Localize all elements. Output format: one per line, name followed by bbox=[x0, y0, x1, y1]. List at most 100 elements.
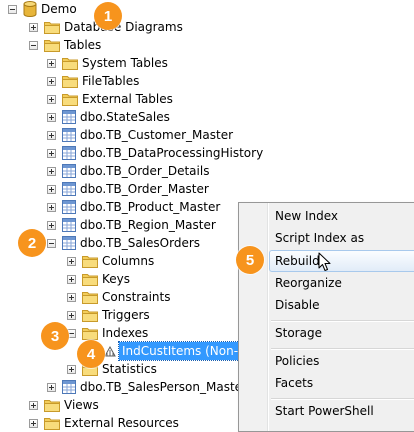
database-icon bbox=[23, 1, 37, 17]
expand-toggle[interactable] bbox=[67, 256, 76, 266]
expand-toggle[interactable] bbox=[47, 112, 56, 122]
tree-node-label: dbo.TB_Region_Master bbox=[80, 218, 216, 232]
menu-item-start-powershell[interactable]: Start PowerShell bbox=[269, 400, 414, 422]
table-icon bbox=[62, 380, 76, 394]
tree-node-label: Indexes bbox=[102, 326, 149, 340]
table-icon bbox=[62, 164, 76, 178]
tree-node-label: Views bbox=[64, 398, 99, 412]
folder-icon bbox=[44, 38, 60, 52]
tree-node-external-tables[interactable]: External Tables bbox=[47, 90, 173, 108]
menu-item-disable[interactable]: Disable bbox=[269, 294, 414, 316]
tree-node-views[interactable]: Views bbox=[29, 396, 99, 414]
tree-node-label-selected: IndCustItems (Non-Ur bbox=[118, 341, 256, 361]
tree-node-statesales[interactable]: dbo.StateSales bbox=[47, 108, 170, 126]
expand-toggle[interactable] bbox=[29, 22, 38, 32]
tree-node-label: Keys bbox=[102, 272, 131, 286]
table-icon bbox=[62, 236, 76, 250]
expand-toggle[interactable] bbox=[47, 382, 56, 392]
tree-node-tables[interactable]: Tables bbox=[29, 36, 101, 54]
tree-node-order-details[interactable]: dbo.TB_Order_Details bbox=[47, 162, 209, 180]
expand-toggle[interactable] bbox=[67, 310, 76, 320]
folder-icon bbox=[82, 254, 98, 268]
tree-node-order-master[interactable]: dbo.TB_Order_Master bbox=[47, 180, 209, 198]
tree-node-label: External Tables bbox=[82, 92, 173, 106]
tree-node-external-resources[interactable]: External Resources bbox=[29, 414, 179, 432]
menu-item-new-index[interactable]: New Index bbox=[269, 205, 414, 227]
folder-icon bbox=[82, 326, 98, 340]
expand-toggle[interactable] bbox=[47, 202, 56, 212]
expand-toggle[interactable] bbox=[29, 400, 38, 410]
expand-toggle[interactable] bbox=[47, 76, 56, 86]
expand-toggle[interactable] bbox=[47, 184, 56, 194]
tree-node-label: Statistics bbox=[102, 362, 157, 376]
tree-node-customer-master[interactable]: dbo.TB_Customer_Master bbox=[47, 126, 233, 144]
callout-badge-1: 1 bbox=[94, 2, 122, 30]
expand-toggle[interactable] bbox=[47, 130, 56, 140]
tree-node-label: dbo.TB_SalesPerson_Master bbox=[80, 380, 247, 394]
expand-toggle[interactable] bbox=[67, 364, 76, 374]
callout-badge-3: 3 bbox=[41, 322, 69, 350]
tree-node-filetables[interactable]: FileTables bbox=[47, 72, 139, 90]
tree-node-label: Demo bbox=[41, 2, 77, 16]
expand-toggle[interactable] bbox=[47, 94, 56, 104]
expand-toggle[interactable] bbox=[67, 292, 76, 302]
context-menu: New Index Script Index as Rebuild Reorga… bbox=[238, 202, 414, 432]
tree-node-label: dbo.TB_SalesOrders bbox=[80, 236, 201, 250]
folder-icon bbox=[82, 272, 98, 286]
tree-node-demo[interactable]: Demo bbox=[8, 0, 77, 18]
table-icon bbox=[62, 128, 76, 142]
table-icon bbox=[62, 110, 76, 124]
tree-node-label: dbo.TB_Customer_Master bbox=[80, 128, 234, 142]
tree-node-product-master[interactable]: dbo.TB_Product_Master bbox=[47, 198, 220, 216]
folder-icon bbox=[62, 56, 78, 70]
folder-icon bbox=[44, 20, 60, 34]
tree-node-columns[interactable]: Columns bbox=[67, 252, 154, 270]
tree-node-index-indcustitems[interactable]: IndCustItems (Non-Ur bbox=[103, 341, 256, 361]
tree-node-salesperson-master[interactable]: dbo.TB_SalesPerson_Master bbox=[47, 378, 247, 396]
expand-toggle[interactable] bbox=[47, 166, 56, 176]
folder-icon bbox=[62, 92, 78, 106]
tree-node-constraints[interactable]: Constraints bbox=[67, 288, 170, 306]
tree-node-triggers[interactable]: Triggers bbox=[67, 306, 150, 324]
table-icon bbox=[62, 146, 76, 160]
tree-node-indexes[interactable]: Indexes bbox=[67, 324, 148, 342]
table-icon bbox=[62, 182, 76, 196]
expand-toggle[interactable] bbox=[47, 148, 56, 158]
mouse-pointer-icon bbox=[318, 252, 331, 271]
menu-item-storage[interactable]: Storage bbox=[269, 322, 414, 344]
folder-icon bbox=[62, 74, 78, 88]
tree-node-label: dbo.TB_Order_Details bbox=[80, 164, 210, 178]
tree-node-label: FileTables bbox=[82, 74, 140, 88]
folder-icon bbox=[44, 416, 60, 430]
collapse-toggle[interactable] bbox=[47, 238, 56, 248]
collapse-toggle[interactable] bbox=[29, 40, 38, 50]
tree-node-region-master[interactable]: dbo.TB_Region_Master bbox=[47, 216, 216, 234]
tree-node-dataprocessinghistory[interactable]: dbo.TB_DataProcessingHistory bbox=[47, 144, 263, 162]
menu-item-reorganize[interactable]: Reorganize bbox=[269, 272, 414, 294]
expand-toggle[interactable] bbox=[29, 418, 38, 428]
tree-node-label: Database Diagrams bbox=[64, 20, 183, 34]
expand-toggle[interactable] bbox=[67, 274, 76, 284]
tree-node-label: Constraints bbox=[102, 290, 171, 304]
folder-icon bbox=[82, 290, 98, 304]
tree-node-label: dbo.TB_Order_Master bbox=[80, 182, 209, 196]
tree-node-system-tables[interactable]: System Tables bbox=[47, 54, 168, 72]
menu-item-policies[interactable]: Policies bbox=[269, 350, 414, 372]
menu-item-script-index-as[interactable]: Script Index as bbox=[269, 227, 414, 249]
table-icon bbox=[62, 218, 76, 232]
folder-icon bbox=[82, 308, 98, 322]
tree-node-label: External Resources bbox=[64, 416, 179, 430]
expand-toggle[interactable] bbox=[47, 58, 56, 68]
menu-icon-gutter bbox=[239, 203, 269, 431]
tree-node-salesorders[interactable]: dbo.TB_SalesOrders bbox=[47, 234, 200, 252]
callout-badge-2: 2 bbox=[18, 229, 46, 257]
menu-item-rebuild[interactable]: Rebuild bbox=[269, 250, 414, 272]
collapse-toggle[interactable] bbox=[8, 4, 17, 14]
tree-node-label: dbo.TB_Product_Master bbox=[80, 200, 221, 214]
expand-toggle[interactable] bbox=[47, 220, 56, 230]
tree-node-keys[interactable]: Keys bbox=[67, 270, 130, 288]
tree-node-label: Triggers bbox=[102, 308, 150, 322]
folder-icon bbox=[44, 398, 60, 412]
menu-item-facets[interactable]: Facets bbox=[269, 372, 414, 394]
tree-node-label: dbo.StateSales bbox=[80, 110, 170, 124]
